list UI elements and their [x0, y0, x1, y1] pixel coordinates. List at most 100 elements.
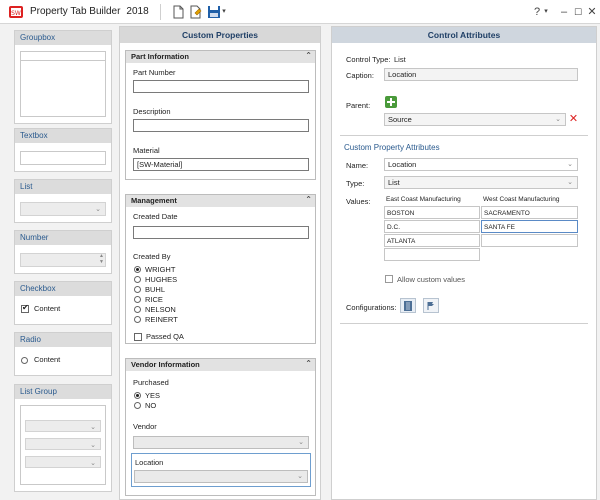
group-part-information[interactable]: Part Information ⌃ Part Number Descripti… [125, 50, 316, 180]
values-cell[interactable] [384, 248, 480, 261]
list-preview: ⌄ [20, 202, 106, 216]
save-dropdown-chevron-icon[interactable]: ▾ [220, 4, 228, 20]
radio-content-label: Content [34, 355, 61, 364]
add-parent-icon[interactable] [385, 96, 397, 108]
chevron-down-icon: ⌄ [567, 179, 573, 186]
chevron-down-icon: ⌄ [298, 439, 304, 446]
groupbox-preview [20, 51, 106, 117]
app-version: 2018 [126, 6, 149, 17]
radio-rice[interactable] [134, 296, 141, 303]
type-select-value: List [388, 178, 400, 187]
radio-yes[interactable] [134, 392, 141, 399]
chevron-down-icon: ⌄ [95, 206, 101, 213]
window-title: Property Tab Builder 2018 [30, 6, 149, 17]
allow-custom-values-checkbox[interactable] [385, 275, 393, 283]
custom-properties-panel: Custom Properties Part Information ⌃ Par… [119, 26, 321, 500]
values-cell[interactable]: D.C. [384, 220, 480, 233]
radio-no[interactable] [134, 402, 141, 409]
option-no: NO [145, 401, 157, 410]
chevron-down-icon: ⌄ [567, 161, 573, 168]
list-group-field-1: ⌄ [25, 420, 101, 432]
values-cell[interactable]: SACRAMENTO [481, 206, 578, 219]
part-number-label: Part Number [133, 68, 176, 77]
option-hughes: HUGHES [145, 275, 178, 284]
chevron-down-icon: ⌄ [90, 424, 96, 431]
values-column-header-east: East Coast Manufacturing [384, 193, 480, 206]
checkbox-preview [21, 303, 29, 313]
palette-number[interactable]: Number ▲ ▼ [14, 230, 112, 274]
vendor-select[interactable]: ⌄ [133, 436, 309, 449]
part-info-title-text: Part Information [131, 52, 189, 61]
palette-groupbox-title: Groupbox [15, 31, 111, 45]
parent-select-value: Source [388, 115, 412, 124]
parent-select[interactable]: Source ⌄ [384, 113, 566, 126]
values-cell[interactable] [481, 234, 578, 247]
chevron-down-icon: ⌄ [90, 442, 96, 449]
list-group-preview: ⌄ ⌄ ⌄ [20, 405, 106, 485]
values-cell-active[interactable]: SANTA FE [481, 220, 578, 233]
open-file-icon[interactable] [189, 5, 203, 19]
purchased-label: Purchased [133, 378, 169, 387]
control-type-value: List [394, 55, 406, 64]
custom-property-attributes-title: Custom Property Attributes [344, 143, 440, 152]
collapse-icon[interactable]: ⌃ [305, 51, 312, 61]
part-number-input[interactable] [133, 80, 309, 93]
collapse-icon[interactable]: ⌃ [305, 359, 312, 369]
configurations-all-button[interactable] [400, 298, 416, 313]
radio-hughes[interactable] [134, 276, 141, 283]
name-select[interactable]: Location ⌄ [384, 158, 578, 171]
palette-checkbox-title: Checkbox [15, 282, 111, 296]
created-date-input[interactable] [133, 226, 309, 239]
group-management[interactable]: Management ⌃ Created Date Created By WRI… [125, 194, 316, 344]
created-by-label: Created By [133, 252, 171, 261]
palette-checkbox[interactable]: Checkbox Content [14, 281, 112, 325]
option-reinert: REINERT [145, 315, 178, 324]
palette-list-title: List [15, 180, 111, 194]
configurations-specific-button[interactable] [423, 298, 439, 313]
control-type-label: Control Type: [346, 55, 391, 64]
passed-qa-label: Passed QA [146, 332, 184, 341]
control-attributes-panel: Control Attributes Control Type: List Ca… [331, 26, 597, 500]
location-select[interactable]: ⌄ [134, 470, 308, 483]
collapse-icon[interactable]: ⌃ [305, 195, 312, 205]
radio-reinert[interactable] [134, 316, 141, 323]
type-select[interactable]: List ⌄ [384, 176, 578, 189]
location-control-selected[interactable]: Location ⌄ [131, 453, 311, 487]
description-input[interactable] [133, 119, 309, 132]
palette-list[interactable]: List ⌄ [14, 179, 112, 223]
radio-wright[interactable] [134, 266, 141, 273]
list-group-field-2: ⌄ [25, 438, 101, 450]
palette-radio[interactable]: Radio Content [14, 332, 112, 376]
chevron-down-icon: ⌄ [297, 473, 303, 480]
group-management-title: Management ⌃ [126, 195, 315, 207]
group-vendor-information[interactable]: Vendor Information ⌃ Purchased YES NO Ve… [125, 358, 316, 496]
help-dropdown-chevron-icon[interactable]: ▾ [542, 4, 550, 20]
passed-qa-checkbox[interactable] [134, 333, 142, 341]
custom-properties-header: Custom Properties [120, 27, 320, 43]
palette-groupbox[interactable]: Groupbox [14, 30, 112, 124]
palette-textbox[interactable]: Textbox [14, 128, 112, 172]
palette-list-group[interactable]: List Group ⌄ ⌄ ⌄ [14, 384, 112, 492]
option-wright: WRIGHT [145, 265, 176, 274]
name-select-value: Location [388, 160, 417, 169]
divider [340, 135, 588, 136]
values-cell[interactable]: ATLANTA [384, 234, 480, 247]
group-vendor-information-title: Vendor Information ⌃ [126, 359, 315, 371]
new-file-icon[interactable] [171, 5, 185, 19]
parent-label: Parent: [346, 101, 371, 110]
configurations-list-icon [404, 301, 412, 311]
values-cell[interactable]: BOSTON [384, 206, 480, 219]
allow-custom-values-label: Allow custom values [397, 275, 465, 284]
caption-input[interactable]: Location [384, 68, 578, 81]
radio-buhl[interactable] [134, 286, 141, 293]
remove-parent-icon[interactable]: ✕ [568, 114, 579, 125]
title-bar: SW Property Tab Builder 2018 ▾ ? ▾ – ☐ ✕ [0, 0, 600, 24]
close-button[interactable]: ✕ [584, 4, 600, 20]
material-input[interactable]: [SW-Material] [133, 158, 309, 171]
palette-number-title: Number [15, 231, 111, 245]
name-label: Name: [346, 161, 369, 170]
save-icon[interactable] [207, 5, 221, 19]
radio-nelson[interactable] [134, 306, 141, 313]
app-logo-icon: SW [9, 6, 23, 18]
location-label: Location [135, 458, 164, 467]
